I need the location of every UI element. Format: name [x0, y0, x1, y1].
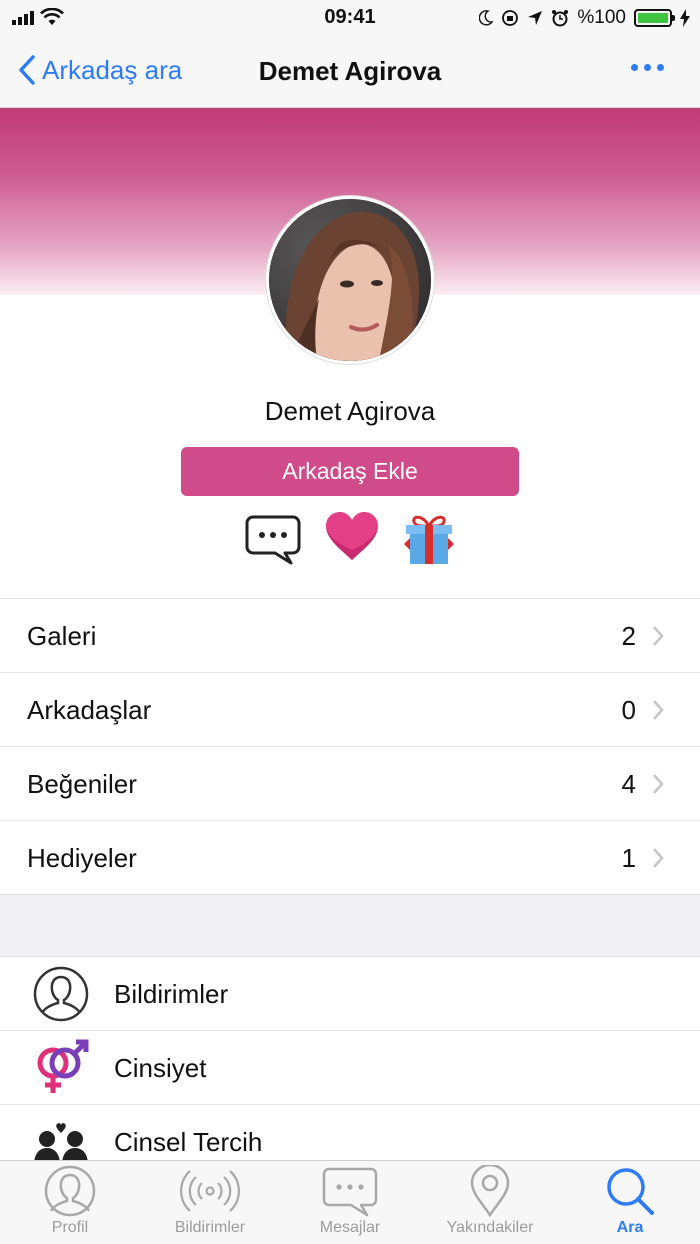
settings-list: Bildirimler Cinsiyet Cinsel Tercih — [0, 957, 700, 1179]
tab-profile[interactable]: Profil — [0, 1165, 140, 1243]
moon-icon — [479, 10, 494, 26]
stats-row-friends[interactable]: Arkadaşlar 0 — [0, 673, 700, 747]
stats-list: Galeri 2 Arkadaşlar 0 Beğeniler 4 Hediye… — [0, 598, 700, 895]
like-button[interactable] — [324, 510, 380, 567]
row-label: Cinsel Tercih — [114, 1127, 263, 1157]
more-options-button[interactable] — [631, 64, 664, 71]
message-button[interactable] — [245, 514, 301, 571]
action-icons — [0, 510, 700, 570]
row-count: 2 — [621, 621, 636, 651]
stats-row-gifts[interactable]: Hediyeler 1 — [0, 821, 700, 895]
avatar[interactable] — [266, 196, 434, 364]
tab-label: Yakındakiler — [446, 1219, 534, 1236]
location-arrow-icon — [528, 11, 543, 25]
tab-bar: Profil Bildirimler Mesajlar Yakındakiler… — [0, 1160, 700, 1244]
row-label: Beğeniler — [27, 769, 137, 799]
charging-icon — [680, 9, 690, 27]
more-dot — [631, 64, 638, 71]
section-separator — [0, 895, 700, 957]
add-friend-button[interactable]: Arkadaş Ekle — [181, 447, 519, 496]
alarm-icon — [552, 10, 569, 27]
battery-percent: %100 — [577, 7, 626, 28]
profile-screen: 09:41 %100 Arkadaş ara Demet Agirova Dem… — [0, 0, 700, 1244]
avatar-photo — [269, 199, 431, 361]
status-bar: 09:41 %100 — [0, 0, 700, 36]
search-icon — [607, 1168, 654, 1215]
message-icon — [322, 1167, 378, 1217]
chat-bubble-icon — [245, 515, 301, 565]
status-right: %100 — [479, 7, 690, 29]
navigation-bar: Arkadaş ara Demet Agirova — [0, 36, 700, 108]
person-outline-icon — [33, 966, 89, 1022]
battery-icon — [634, 9, 675, 27]
back-button[interactable]: Arkadaş ara — [18, 54, 182, 86]
row-label: Arkadaşlar — [27, 695, 152, 725]
chevron-left-icon — [19, 55, 35, 85]
stats-row-gallery[interactable]: Galeri 2 — [0, 599, 700, 673]
settings-row-notifications[interactable]: Bildirimler — [0, 957, 700, 1031]
broadcast-icon — [180, 1170, 240, 1212]
settings-row-gender[interactable]: Cinsiyet — [0, 1031, 700, 1105]
chevron-right-icon — [653, 700, 664, 720]
row-count: 1 — [621, 843, 636, 873]
row-count: 4 — [621, 769, 636, 799]
more-dot — [657, 64, 664, 71]
tab-label: Ara — [616, 1219, 644, 1236]
tab-notifications[interactable]: Bildirimler — [140, 1165, 280, 1243]
row-label: Galeri — [27, 621, 97, 651]
more-dot — [644, 64, 651, 71]
profile-name: Demet Agirova — [264, 396, 436, 426]
chevron-right-icon — [653, 848, 664, 868]
back-label: Arkadaş ara — [42, 54, 183, 85]
row-count: 0 — [621, 695, 636, 725]
gender-symbols-icon — [37, 1039, 89, 1093]
stats-row-likes[interactable]: Beğeniler 4 — [0, 747, 700, 821]
tab-label: Mesajlar — [319, 1219, 381, 1236]
tab-label: Bildirimler — [174, 1219, 246, 1236]
profile-icon — [44, 1165, 96, 1217]
chevron-right-icon — [653, 774, 664, 794]
tab-nearby[interactable]: Yakındakiler — [420, 1165, 560, 1243]
row-label: Bildirimler — [114, 979, 229, 1009]
location-pin-icon — [470, 1165, 510, 1217]
gift-button[interactable] — [402, 512, 456, 571]
tab-search[interactable]: Ara — [560, 1165, 700, 1243]
row-label: Cinsiyet — [114, 1053, 207, 1083]
tab-messages[interactable]: Mesajlar — [280, 1165, 420, 1243]
heart-icon — [326, 512, 378, 560]
chevron-right-icon — [653, 626, 664, 646]
tab-label: Profil — [51, 1219, 89, 1236]
gift-icon — [404, 515, 454, 564]
rotation-lock-icon — [502, 10, 519, 26]
row-label: Hediyeler — [27, 843, 137, 873]
